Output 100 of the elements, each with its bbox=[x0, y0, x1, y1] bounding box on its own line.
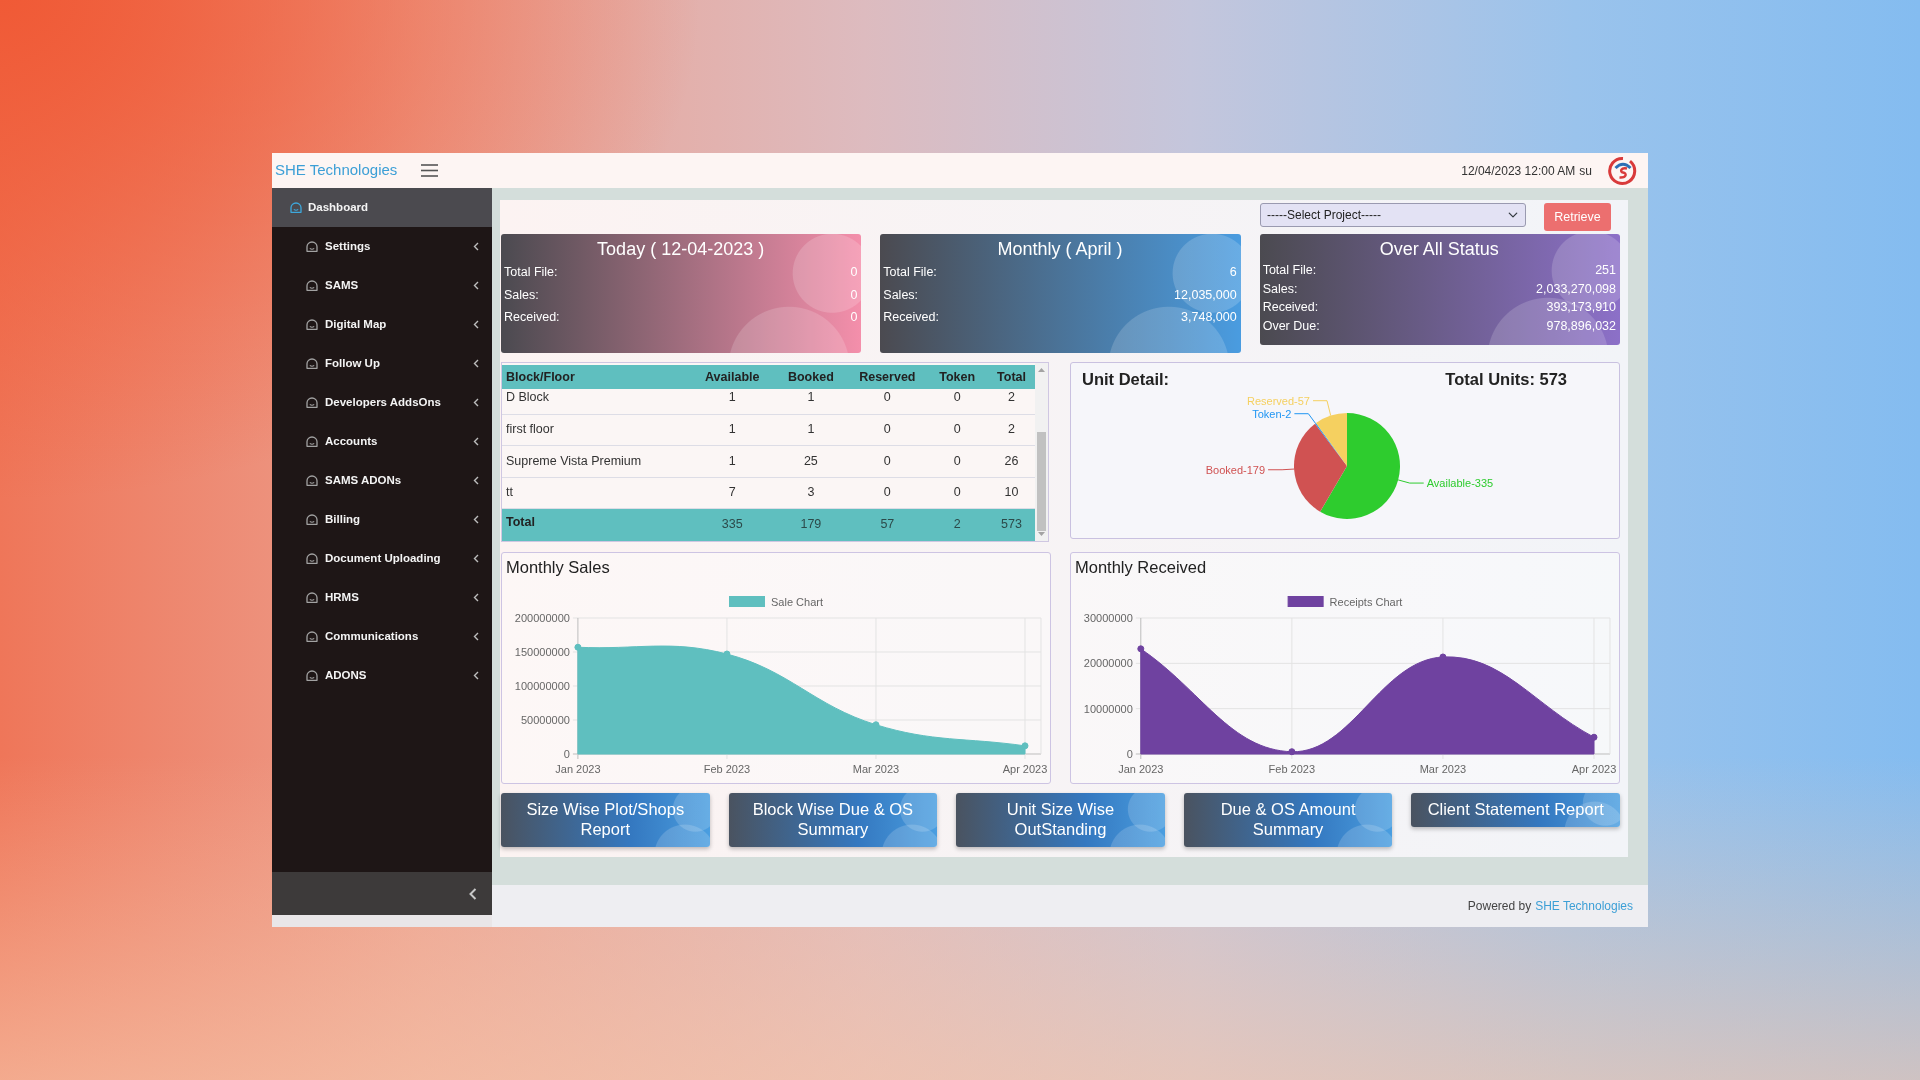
slice-label: Available-335 bbox=[1426, 477, 1494, 490]
table-cell: 0 bbox=[848, 414, 927, 446]
report-button[interactable]: Size Wise Plot/Shops Report bbox=[501, 793, 710, 847]
data-point bbox=[872, 721, 880, 729]
report-button[interactable]: Block Wise Due & OS Summary bbox=[728, 793, 938, 847]
data-point bbox=[723, 650, 731, 658]
table-cell: 2 bbox=[926, 508, 989, 541]
stat-value: 6 bbox=[1229, 264, 1237, 281]
stat-value: 2,033,270,098 bbox=[1536, 280, 1616, 298]
home-icon bbox=[306, 319, 318, 330]
sidebar-item[interactable]: Accounts bbox=[272, 422, 492, 461]
axis-label: Apr 2023 bbox=[1571, 763, 1617, 775]
sidebar-item[interactable]: Developers AddsOns bbox=[272, 383, 492, 422]
stat-label: Sales: bbox=[883, 286, 919, 304]
scrollbar-thumb[interactable] bbox=[1037, 432, 1046, 531]
axis-label: 10000000 bbox=[1083, 702, 1133, 715]
table-cell: 0 bbox=[926, 414, 989, 446]
table-cell: Supreme Vista Premium bbox=[502, 445, 692, 477]
chevron-left-icon bbox=[469, 887, 477, 900]
report-button[interactable]: Unit Size Wise OutStanding bbox=[956, 793, 1165, 847]
table-cell: 1 bbox=[691, 414, 774, 446]
sidebar-item[interactable]: Billing bbox=[272, 500, 492, 539]
table-cell: 0 bbox=[848, 477, 927, 509]
caret-up-icon[interactable] bbox=[1038, 368, 1045, 372]
scrollbar[interactable] bbox=[1035, 363, 1048, 541]
sidebar-item[interactable]: Document Uploading bbox=[272, 539, 492, 578]
data-point bbox=[1137, 645, 1145, 653]
table-cell: 0 bbox=[848, 389, 927, 414]
axis-label: Mar 2023 bbox=[852, 763, 900, 775]
slice-label: Token-2 bbox=[1252, 407, 1292, 420]
sidebar-item[interactable]: Settings bbox=[272, 227, 492, 266]
axis-label: Mar 2023 bbox=[1419, 763, 1467, 775]
card-title: Today ( 12-04-2023 ) bbox=[596, 238, 766, 261]
card-title: Monthly ( April ) bbox=[996, 238, 1124, 261]
swatch-icon bbox=[729, 596, 765, 607]
stat-label: Received: bbox=[883, 309, 939, 326]
sidebar-item[interactable]: HRMS bbox=[272, 578, 492, 617]
menu-icon[interactable] bbox=[421, 164, 439, 177]
stat-label: Over Due: bbox=[1262, 318, 1320, 336]
data-point bbox=[1590, 733, 1598, 741]
report-button[interactable]: Client Statement Report bbox=[1411, 793, 1620, 827]
stat-label: Total File: bbox=[1262, 262, 1317, 279]
swatch-icon bbox=[1287, 596, 1324, 607]
table-cell: 335 bbox=[691, 508, 774, 541]
stat-value: 393,173,910 bbox=[1546, 299, 1616, 317]
legend-label: Sale Chart bbox=[771, 595, 823, 608]
home-icon bbox=[306, 397, 318, 408]
logo-icon bbox=[1608, 155, 1638, 186]
project-select[interactable]: -----Select Project----- bbox=[1260, 203, 1526, 227]
column-header: Booked bbox=[773, 365, 849, 389]
column-header: Token bbox=[926, 365, 989, 389]
data-point bbox=[1288, 748, 1296, 756]
sidebar-item[interactable]: Digital Map bbox=[272, 305, 492, 344]
table-cell: tt bbox=[502, 477, 692, 509]
home-icon bbox=[306, 514, 318, 525]
sidebar-item[interactable]: SAMS ADONs bbox=[272, 461, 492, 500]
column-header: Available bbox=[691, 365, 774, 389]
sidebar-item[interactable]: Communications bbox=[272, 617, 492, 656]
table-cell: D Block bbox=[502, 389, 692, 414]
axis-label: 150000000 bbox=[514, 646, 570, 658]
table-cell: 1 bbox=[773, 414, 849, 446]
table-cell: 1 bbox=[691, 445, 774, 477]
axis-label: Apr 2023 bbox=[1002, 763, 1048, 775]
axis-label: 100000000 bbox=[514, 680, 570, 692]
slice-label: Booked-179 bbox=[1205, 463, 1266, 476]
table-cell: 573 bbox=[988, 508, 1035, 541]
sidebar-item[interactable]: SAMS bbox=[272, 266, 492, 305]
column-header: Reserved bbox=[848, 365, 927, 389]
home-icon bbox=[290, 202, 302, 213]
data-point bbox=[1439, 653, 1447, 661]
data-point bbox=[1021, 742, 1029, 750]
card-title: Monthly Sales bbox=[505, 557, 611, 578]
stat-value: 0 bbox=[850, 309, 858, 326]
stat-label: Total File: bbox=[504, 264, 558, 281]
home-icon bbox=[306, 553, 318, 564]
sidebar-item[interactable]: Dashboard bbox=[272, 188, 492, 227]
date-time: 12/04/2023 12:00 AM bbox=[1461, 162, 1576, 180]
table-cell: 0 bbox=[926, 389, 989, 414]
stat-label: Received: bbox=[1262, 299, 1319, 317]
stat-value: 0 bbox=[850, 286, 858, 304]
axis-label: 0 bbox=[1126, 748, 1133, 760]
axis-label: Jan 2023 bbox=[1118, 763, 1164, 775]
table-cell: Total bbox=[502, 508, 692, 541]
table-cell: 1 bbox=[691, 389, 774, 414]
report-button[interactable]: Due & OS Amount Summary bbox=[1183, 793, 1393, 847]
sidebar-item[interactable]: ADONS bbox=[272, 656, 492, 695]
stat-value: 978,896,032 bbox=[1546, 318, 1616, 336]
home-icon bbox=[306, 280, 318, 291]
leader-line bbox=[1267, 468, 1295, 471]
stat-value: 3,748,000 bbox=[1181, 309, 1237, 326]
axis-label: 50000000 bbox=[520, 714, 570, 726]
stat-label: Total File: bbox=[883, 264, 937, 281]
total-units-label: Total Units: 573 bbox=[1445, 369, 1567, 390]
stat-label: Sales: bbox=[504, 286, 539, 304]
axis-label: 20000000 bbox=[1083, 657, 1133, 670]
card-title: Over All Status bbox=[1378, 238, 1500, 261]
sidebar-item[interactable]: Follow Up bbox=[272, 344, 492, 383]
column-header: Total bbox=[988, 365, 1035, 389]
card-title: Monthly Received bbox=[1074, 557, 1208, 578]
stat-label: Received: bbox=[504, 309, 560, 326]
